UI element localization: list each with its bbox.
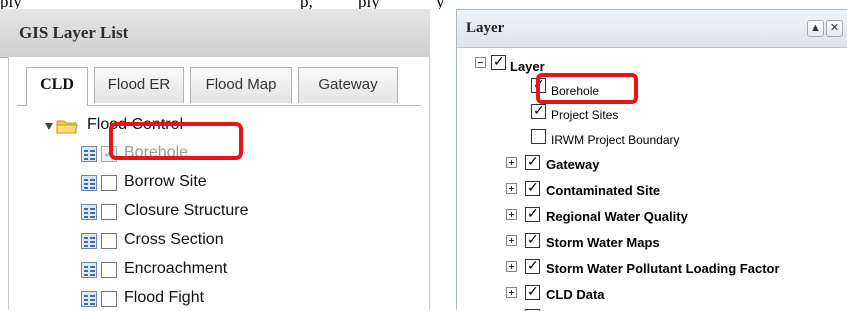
layer-row-cross-section[interactable]: Cross Section — [81, 231, 381, 253]
layer-label: Closure Structure — [124, 202, 249, 219]
tree-node-storm-water-maps[interactable]: ✓ Storm Water Maps — [506, 231, 826, 253]
layer-checkbox[interactable]: ✓ — [525, 231, 540, 248]
tab-flood-map[interactable]: Flood Map — [190, 67, 292, 103]
expand-icon[interactable] — [506, 261, 517, 272]
layer-checkbox[interactable]: ✓ — [525, 257, 540, 274]
layer-label: Cross Section — [124, 231, 224, 248]
cropped-text: y — [436, 0, 445, 9]
layer-label: Storm Water Maps — [546, 235, 660, 250]
tree-node-storm-water-pollutant-loading-factor[interactable]: ✓ Storm Water Pollutant Loading Factor — [506, 257, 836, 279]
expand-triangle-icon[interactable] — [45, 123, 53, 130]
layer-checkbox[interactable]: ✓ — [531, 102, 546, 119]
tree-node-irwm-project-boundary[interactable]: IRWM Project Boundary — [531, 127, 731, 149]
tab-flood-er[interactable]: Flood ER — [94, 67, 184, 103]
legend-icon[interactable] — [81, 291, 97, 307]
highlight-box-borehole-right — [536, 73, 638, 104]
checkmark-icon: ✓ — [527, 153, 539, 169]
cropped-text: ply — [358, 0, 380, 9]
layer-checkbox[interactable]: ✓ — [525, 153, 540, 170]
collapse-icon[interactable] — [475, 57, 486, 68]
legend-icon[interactable] — [81, 146, 97, 162]
tree-node-cld-data[interactable]: ✓ CLD Data — [506, 283, 826, 305]
checkmark-icon: ✓ — [527, 179, 539, 195]
layer-label: Contaminated Site — [546, 183, 661, 198]
layer-label: Encroachment — [124, 260, 228, 277]
layer-checkbox[interactable]: ✓ — [525, 283, 540, 300]
layer-checkbox[interactable]: ✓ — [525, 205, 540, 222]
layer-row-closure-structure[interactable]: Closure Structure — [81, 202, 381, 224]
cropped-text: p, — [300, 0, 313, 9]
layer-label: Borrow Site — [124, 173, 207, 190]
legend-icon[interactable] — [81, 262, 97, 278]
layer-row-borrow-site[interactable]: Borrow Site — [81, 173, 381, 195]
expand-icon[interactable] — [506, 235, 517, 246]
checkmark-icon: ✓ — [527, 283, 539, 299]
tab-cld[interactable]: CLD — [26, 67, 88, 106]
layer-checkbox[interactable] — [101, 204, 117, 220]
legend-icon[interactable] — [81, 204, 97, 220]
tree-node-layer[interactable]: ✓ Layer — [475, 53, 595, 75]
cropped-text-strip: ply p, ply y — [0, 0, 847, 9]
layer-label: IRWM Project Boundary — [551, 133, 680, 147]
checkmark-icon: ✓ — [527, 257, 539, 273]
expand-icon[interactable] — [506, 157, 517, 168]
layer-label: Regional Water Quality — [546, 209, 688, 224]
layer-checkbox[interactable] — [101, 262, 117, 278]
highlight-box-borehole — [109, 122, 243, 160]
layer-label: Layer — [510, 59, 545, 74]
checkmark-icon: ✓ — [527, 205, 539, 221]
tab-gateway[interactable]: Gateway — [298, 67, 398, 103]
tree-node-contaminated-site[interactable]: ✓ Contaminated Site — [506, 179, 826, 201]
layer-checkbox[interactable]: ✓ — [491, 53, 506, 70]
close-icon[interactable]: ✕ — [826, 20, 843, 37]
layer-row-flood-fight[interactable]: Flood Fight — [81, 289, 381, 311]
collapse-up-icon[interactable]: ▲ — [807, 20, 824, 37]
layer-checkbox[interactable] — [531, 129, 546, 144]
expand-icon[interactable] — [506, 209, 517, 220]
panel-header: GIS Layer List — [0, 9, 430, 58]
expand-icon[interactable] — [506, 183, 517, 194]
layer-checkbox[interactable] — [101, 291, 117, 307]
panel-header: Layer ▲ ✕ — [457, 10, 847, 48]
layer-checkbox[interactable]: ✓ — [525, 179, 540, 196]
tree-node-gateway[interactable]: ✓ Gateway — [506, 153, 826, 175]
tree-node-regional-water-quality[interactable]: ✓ Regional Water Quality — [506, 205, 826, 227]
layer-label: Project Sites — [551, 108, 619, 122]
layer-label: Flood Fight — [124, 289, 205, 306]
panel-title: Layer — [466, 20, 505, 36]
legend-icon[interactable] — [81, 175, 97, 191]
tree-node-cut-off — [506, 307, 566, 311]
layer-checkbox[interactable] — [101, 175, 117, 191]
layer-label: Storm Water Pollutant Loading Factor — [546, 261, 780, 276]
layer-panel: Layer ▲ ✕ ✓ Layer ✓ Borehole ✓ Project S… — [456, 9, 847, 311]
layer-label: CLD Data — [546, 287, 605, 302]
layer-label: Gateway — [546, 157, 600, 172]
layer-checkbox[interactable] — [101, 233, 117, 249]
checkmark-icon: ✓ — [493, 53, 505, 69]
panel-title: GIS Layer List — [19, 23, 129, 42]
folder-icon — [56, 120, 78, 134]
expand-icon[interactable] — [506, 287, 517, 298]
cropped-text: ply — [0, 0, 22, 9]
tree-node-project-sites[interactable]: ✓ Project Sites — [531, 102, 691, 124]
legend-icon[interactable] — [81, 233, 97, 249]
tab-strip: CLD Flood ER Flood Map Gateway — [17, 65, 421, 106]
checkmark-icon: ✓ — [527, 231, 539, 247]
layer-row-encroachment[interactable]: Encroachment — [81, 260, 381, 282]
